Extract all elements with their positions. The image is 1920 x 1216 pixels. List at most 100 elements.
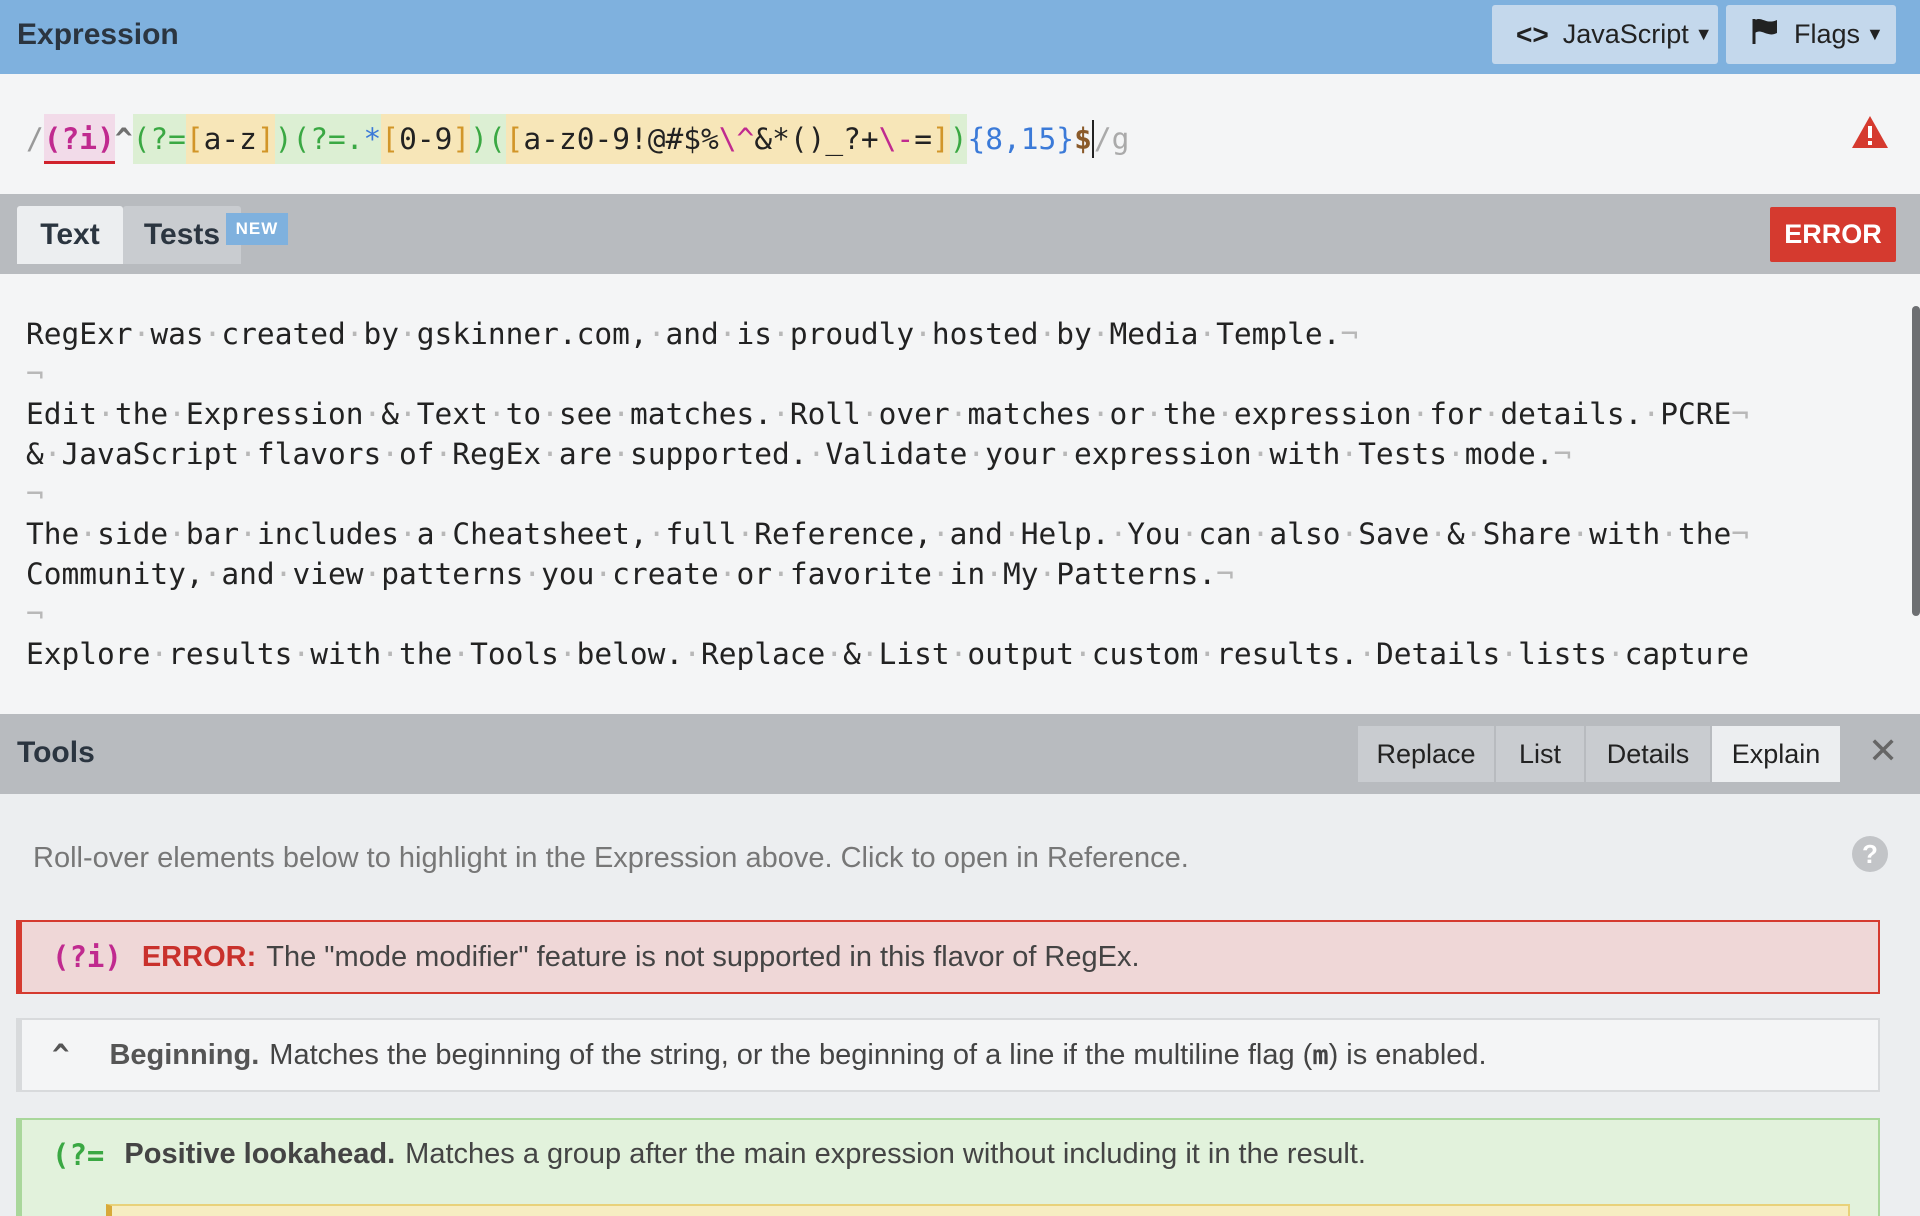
token-set-close[interactable]: ]: [452, 114, 471, 164]
space-marker: ·: [718, 317, 737, 351]
newline-marker: ¬: [26, 597, 44, 631]
space-marker: ·: [1358, 637, 1376, 671]
space-marker: ·: [612, 437, 630, 471]
explain-item-error[interactable]: (?i) ERROR: The "mode modifier" feature …: [16, 920, 1880, 994]
tab-tests[interactable]: Tests: [123, 206, 241, 264]
text-scrollbar[interactable]: [1912, 306, 1920, 616]
flavor-label: JavaScript: [1562, 19, 1689, 49]
token-quantifier[interactable]: {8,15}: [967, 114, 1074, 164]
text-line[interactable]: RegExr·was·created·by·gskinner.com,·and·…: [26, 314, 1896, 354]
space-marker: ·: [1198, 317, 1217, 351]
space-marker: ·: [1340, 437, 1359, 471]
space-marker: ·: [772, 557, 790, 591]
space-marker: ·: [594, 557, 613, 591]
text-content[interactable]: RegExr·was·created·by·gskinner.com,·and·…: [26, 314, 1896, 674]
explain-panel: Roll-over elements below to highlight in…: [0, 794, 1920, 1216]
space-marker: ·: [1216, 397, 1234, 431]
space-marker: ·: [363, 557, 382, 591]
token-dot[interactable]: .: [345, 114, 364, 164]
tab-replace[interactable]: Replace: [1358, 726, 1494, 782]
space-marker: ·: [1038, 317, 1057, 351]
text-line[interactable]: Community,·and·view·patterns·you·create·…: [26, 554, 1896, 594]
token-set-chars[interactable]: &*()_?+: [754, 114, 879, 164]
space-marker: ·: [1074, 637, 1092, 671]
text-line[interactable]: &·JavaScript·flavors·of·RegEx·are·suppor…: [26, 434, 1896, 474]
text-line[interactable]: Explore·results·with·the·Tools·below.·Re…: [26, 634, 1896, 674]
token-escape-dash[interactable]: \-: [878, 114, 915, 164]
space-marker: ·: [1340, 517, 1359, 551]
token-set-close[interactable]: ]: [931, 114, 950, 164]
space-marker: ·: [647, 517, 666, 551]
error-status-button[interactable]: ERROR: [1770, 207, 1896, 262]
token-range[interactable]: 0-9: [399, 114, 453, 164]
space-marker: ·: [1056, 437, 1074, 471]
space-marker: ·: [292, 637, 311, 671]
token-lookahead-close[interactable]: ): [470, 114, 488, 164]
token-mode-modifier[interactable]: (?i): [43, 114, 115, 164]
text-line[interactable]: ¬: [26, 474, 1896, 514]
explain-hint: Roll-over elements below to highlight in…: [33, 842, 1189, 874]
expression-flags[interactable]: g: [1112, 114, 1130, 164]
token-group-close[interactable]: ): [949, 114, 968, 164]
space-marker: ·: [772, 397, 790, 431]
space-marker: ·: [949, 397, 968, 431]
space-marker: ·: [345, 317, 364, 351]
token-group-open[interactable]: (: [487, 114, 506, 164]
token-end[interactable]: $: [1074, 114, 1092, 164]
explain-item-beginning[interactable]: ^ Beginning. Matches the beginning of th…: [16, 1018, 1880, 1092]
token-lookahead-close[interactable]: ): [274, 114, 293, 164]
newline-marker: ¬: [1340, 317, 1359, 351]
flavor-button[interactable]: <> JavaScript ▼: [1492, 5, 1718, 64]
tab-details[interactable]: Details: [1586, 726, 1710, 782]
close-icon[interactable]: ✕: [1868, 730, 1898, 772]
explain-label: Positive lookahead.: [124, 1138, 396, 1170]
space-marker: ·: [363, 397, 382, 431]
text-line[interactable]: ¬: [26, 354, 1896, 394]
space-marker: ·: [612, 397, 630, 431]
space-marker: ·: [985, 557, 1003, 591]
space-marker: ·: [931, 557, 950, 591]
space-marker: ·: [43, 437, 62, 471]
text-editor[interactable]: RegExr·was·created·by·gskinner.com,·and·…: [0, 274, 1920, 714]
token-lookahead-open[interactable]: (?=: [132, 114, 186, 164]
space-marker: ·: [1198, 637, 1217, 671]
text-line[interactable]: The·side·bar·includes·a·Cheatsheet,·full…: [26, 514, 1896, 554]
space-marker: ·: [772, 317, 790, 351]
token-set-close[interactable]: ]: [256, 114, 275, 164]
token-set-open[interactable]: [: [381, 114, 400, 164]
help-icon[interactable]: ?: [1852, 836, 1888, 872]
warning-icon[interactable]: [1850, 114, 1890, 150]
token-set-chars[interactable]: a-z0-9!@#$%: [523, 114, 719, 164]
explain-nested-item[interactable]: [106, 1204, 1850, 1216]
tab-text[interactable]: Text: [17, 206, 123, 264]
expression-open-slash: /: [26, 122, 44, 156]
text-line[interactable]: ¬: [26, 594, 1896, 634]
space-marker: ·: [967, 437, 986, 471]
token-star[interactable]: *: [363, 114, 382, 164]
token-escape-caret[interactable]: \^: [718, 114, 755, 164]
token-set-open[interactable]: [: [505, 114, 524, 164]
tab-list[interactable]: List: [1496, 726, 1584, 782]
explain-item-lookahead[interactable]: (?= Positive lookahead. Matches a group …: [16, 1118, 1880, 1216]
space-marker: ·: [1446, 437, 1465, 471]
space-marker: ·: [434, 517, 453, 551]
explain-label: ERROR:: [141, 940, 257, 973]
expression-editor[interactable]: / (?i) ^ (?= [ a-z ] ) (?= . * [ 0-9 ] )…: [0, 74, 1920, 194]
token-beginning[interactable]: ^: [115, 114, 133, 164]
expression-input[interactable]: / (?i) ^ (?= [ a-z ] ) (?= . * [ 0-9 ] )…: [26, 114, 1129, 164]
token-lookahead-open[interactable]: (?=: [292, 114, 346, 164]
token-set-chars[interactable]: =: [914, 114, 932, 164]
tab-explain[interactable]: Explain: [1712, 726, 1840, 782]
token-range[interactable]: a-z: [203, 114, 257, 164]
chevron-down-icon: ▼: [1866, 24, 1884, 44]
text-line[interactable]: Edit·the·Expression·&·Text·to·see·matche…: [26, 394, 1896, 434]
space-marker: ·: [860, 637, 879, 671]
explain-token: ^: [52, 1038, 70, 1072]
space-marker: ·: [1251, 437, 1270, 471]
flags-button[interactable]: Flags ▼: [1726, 5, 1896, 64]
explain-label: Beginning.: [109, 1038, 260, 1071]
explain-code: m: [1312, 1039, 1329, 1071]
newline-marker: ¬: [1216, 557, 1234, 591]
token-set-open[interactable]: [: [185, 114, 204, 164]
space-marker: ·: [434, 437, 453, 471]
